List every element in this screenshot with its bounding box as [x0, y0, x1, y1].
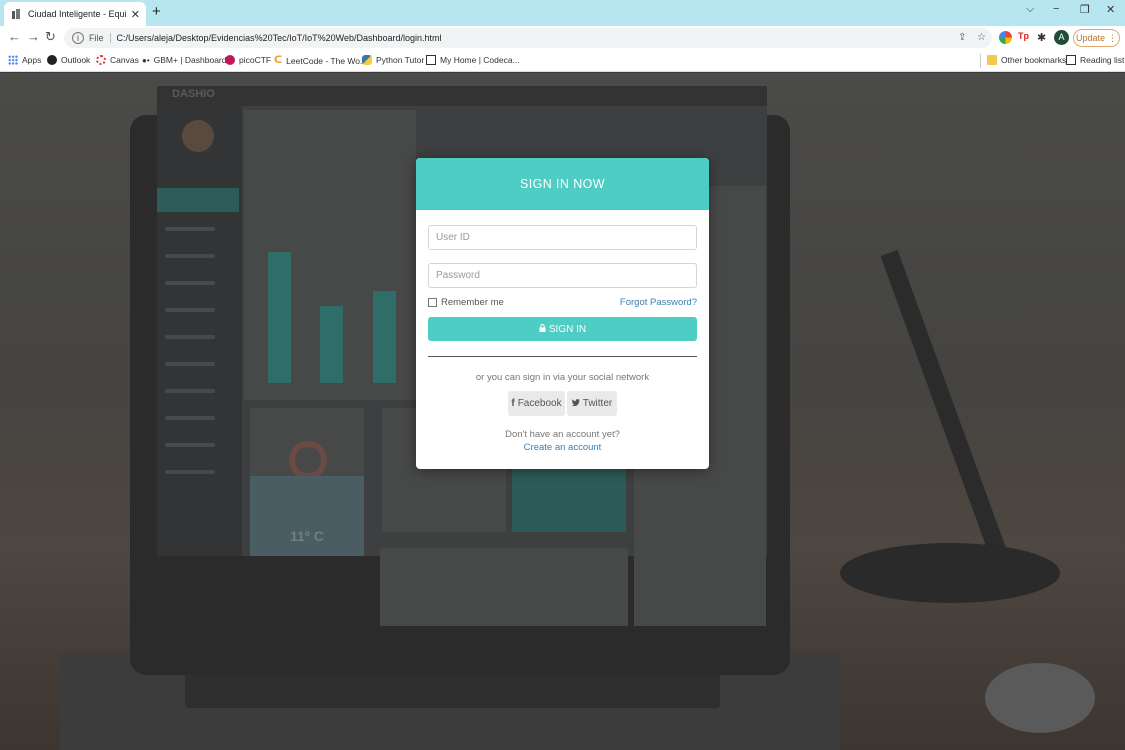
share-icon[interactable]: ⇪ [958, 32, 966, 43]
update-label: Update [1075, 33, 1106, 43]
create-account-link[interactable]: Create an account [416, 442, 709, 453]
bookmark-canvas[interactable]: Canvas [96, 55, 139, 65]
bookmark-leetcode[interactable]: ᑕ LeetCode - The Wo... [274, 55, 367, 66]
restore-button[interactable]: ❐ [1080, 3, 1090, 16]
reading-list[interactable]: Reading list [1066, 55, 1124, 65]
tab-strip: Ciudad Inteligente - Equipo 4 ✕ + ⌵ − ❐ … [0, 0, 1125, 26]
gbm-icon: ●• [142, 55, 150, 65]
sign-in-button[interactable]: SIGN IN [428, 317, 697, 341]
new-tab-button[interactable]: + [152, 4, 161, 20]
codecademy-icon [426, 55, 436, 65]
facebook-button[interactable]: f Facebook [508, 391, 565, 416]
bookmark-codecademy[interactable]: My Home | Codeca... [426, 55, 520, 65]
twitter-label: Twitter [582, 398, 613, 409]
dashboard-avatar [182, 120, 214, 152]
python-icon [362, 55, 372, 65]
divider [428, 356, 697, 357]
user-id-input[interactable] [428, 225, 697, 250]
site-favicon-icon [10, 8, 22, 20]
dashboard-donut [289, 441, 327, 479]
bookmark-separator [980, 54, 981, 68]
facebook-label: Facebook [517, 398, 562, 409]
extensions-puzzle-icon[interactable]: ✱ [1037, 31, 1050, 44]
lock-icon [539, 323, 546, 335]
color-extension-icon[interactable] [999, 31, 1012, 44]
browser-tab[interactable]: Ciudad Inteligente - Equipo 4 ✕ [4, 2, 146, 26]
close-window-button[interactable]: ✕ [1106, 3, 1115, 16]
remember-label: Remember me [441, 297, 504, 308]
bookmark-python-tutor[interactable]: Python Tutor [362, 55, 424, 65]
twitter-icon [571, 398, 580, 409]
omnibox[interactable]: i File C:/Users/aleja/Desktop/Evidencias… [64, 28, 992, 48]
remember-checkbox[interactable] [428, 298, 437, 307]
dashboard-sidebar-item [165, 308, 215, 312]
login-card: SIGN IN NOW Remember me Forgot Password?… [416, 158, 709, 469]
dashboard-messages-panel [380, 548, 628, 626]
forgot-password-link[interactable]: Forgot Password? [620, 297, 697, 308]
folder-icon [987, 55, 997, 65]
twitter-button[interactable]: Twitter [567, 391, 617, 416]
apps-grid-icon [8, 55, 18, 65]
dashboard-weather-panel: 11º C [250, 476, 364, 556]
address-bar-row: ← → ↻ i File C:/Users/aleja/Desktop/Evid… [0, 26, 1125, 50]
bookmark-picoctf[interactable]: picoCTF [225, 55, 271, 65]
social-note: or you can sign in via your social netwo… [475, 372, 650, 383]
dashboard-sidebar-item [165, 389, 215, 393]
dashboard-bar [373, 291, 396, 383]
dashboard-sidebar-item [165, 227, 215, 231]
bookmark-gbm[interactable]: ●• GBM+ | Dashboard [142, 55, 226, 65]
canvas-icon [96, 55, 106, 65]
remember-me[interactable]: Remember me [428, 297, 504, 308]
dashboard-topbar [157, 86, 767, 106]
bookmark-star-icon[interactable]: ☆ [977, 32, 986, 43]
other-bookmarks[interactable]: Other bookmarks [987, 55, 1066, 65]
update-button[interactable]: Update ⋮ [1073, 29, 1120, 47]
dashboard-sidebar-item [165, 362, 215, 366]
info-icon[interactable]: i [72, 32, 84, 44]
dashboard-sidebar-item [165, 443, 215, 447]
profile-avatar[interactable]: A [1054, 30, 1069, 45]
dashboard-sidebar-item [165, 416, 215, 420]
tab-search-icon[interactable]: ⌵ [1026, 3, 1034, 16]
dashboard-sidebar-active [157, 188, 239, 212]
reading-list-icon [1066, 55, 1076, 65]
bookmarks-bar: Apps Outlook Canvas ●• GBM+ | Dashboard … [0, 50, 1125, 72]
login-title: SIGN IN NOW [520, 177, 605, 191]
lamp-base [840, 543, 1060, 603]
dashboard-sidebar-item [165, 254, 215, 258]
dashboard-logo: DASHIO [172, 88, 215, 100]
picoctf-icon [225, 55, 235, 65]
tab-close-icon[interactable]: ✕ [131, 8, 140, 21]
dashboard-bar [320, 306, 343, 383]
tp-extension-icon[interactable]: Tp [1018, 31, 1031, 44]
facebook-icon: f [511, 398, 515, 409]
no-account-text: Don't have an account yet? [505, 429, 620, 440]
bookmark-outlook[interactable]: Outlook [47, 55, 90, 65]
outlook-icon [47, 55, 57, 65]
leetcode-icon: ᑕ [274, 55, 283, 66]
scheme-label: File [89, 33, 111, 43]
dashboard-sidebar-item [165, 470, 215, 474]
sign-in-label: SIGN IN [548, 323, 587, 335]
dashboard-sidebar [157, 106, 242, 556]
mouse [985, 663, 1095, 733]
dashboard-bar [268, 252, 291, 383]
reload-icon[interactable]: ↻ [45, 30, 56, 44]
dashboard-sidebar-item [165, 281, 215, 285]
forward-arrow-icon[interactable]: → [27, 30, 40, 44]
bookmark-apps[interactable]: Apps [8, 55, 41, 65]
back-arrow-icon[interactable]: ← [8, 30, 21, 44]
dashboard-sidebar-item [165, 335, 215, 339]
kebab-menu-icon: ⋮ [1108, 32, 1118, 43]
minimize-button[interactable]: − [1053, 3, 1059, 15]
url-text[interactable]: C:/Users/aleja/Desktop/Evidencias%20Tec/… [117, 33, 442, 43]
weather-temp: 11º C [290, 528, 324, 544]
password-input[interactable] [428, 263, 697, 288]
login-header: SIGN IN NOW [416, 158, 709, 210]
tab-title: Ciudad Inteligente - Equipo 4 [28, 9, 127, 19]
